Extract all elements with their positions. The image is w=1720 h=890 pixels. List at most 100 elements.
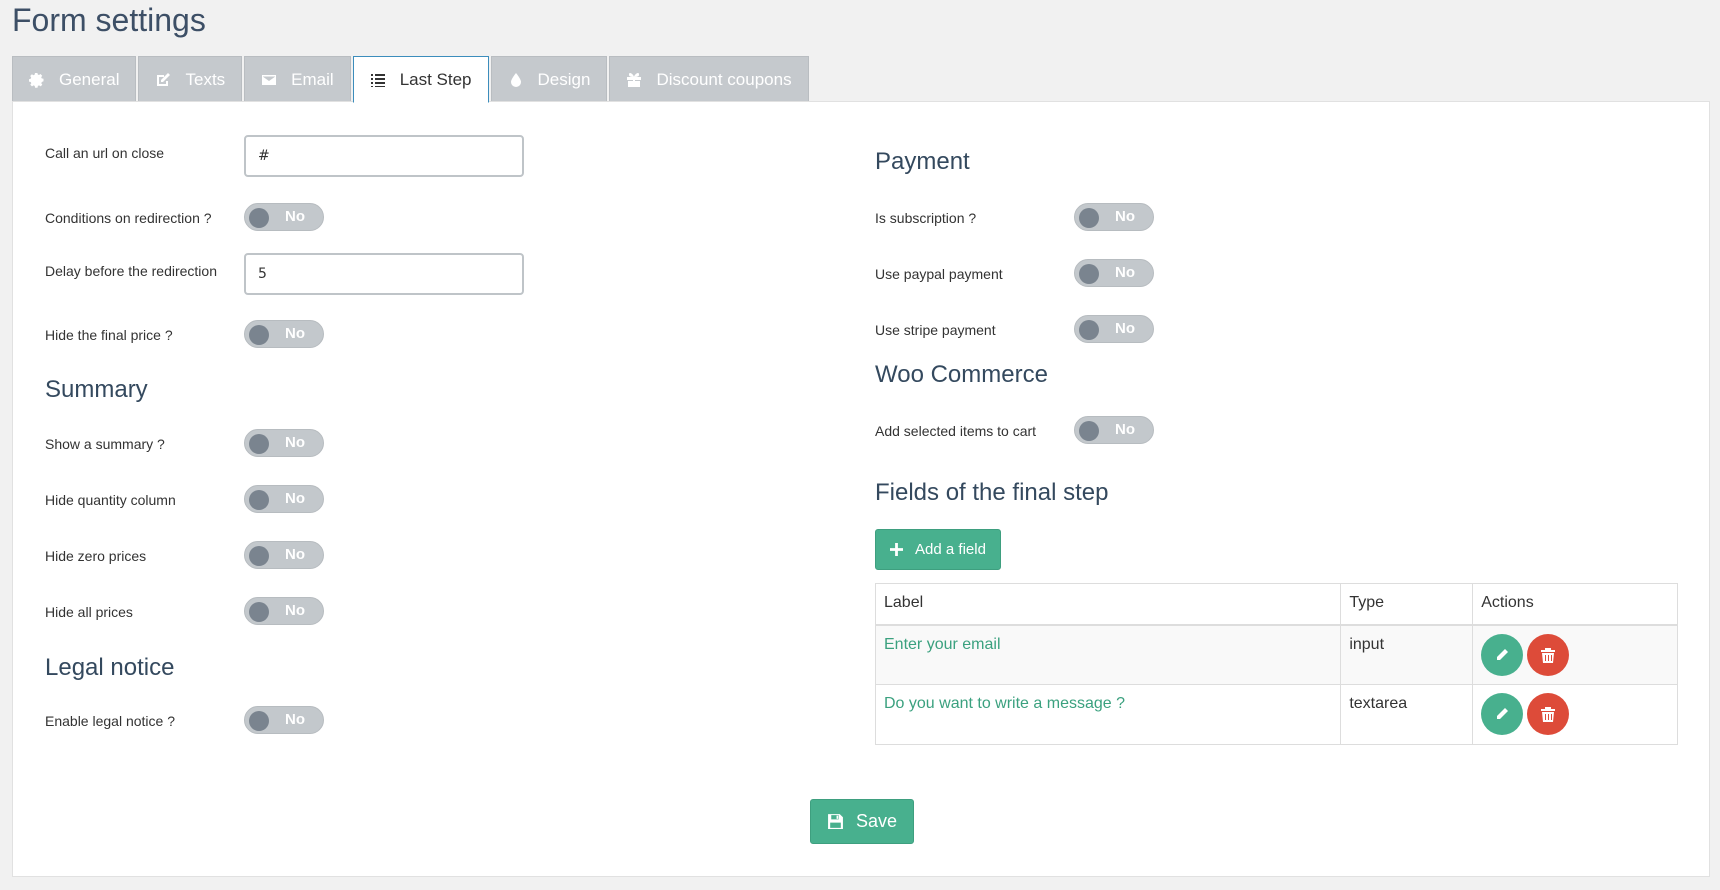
trash-icon	[1541, 647, 1556, 663]
edit-icon	[157, 72, 171, 86]
tab-label: Design	[537, 69, 591, 89]
toggle-text: No	[285, 208, 305, 225]
toggle-text: No	[1115, 208, 1135, 225]
field-actions-cell	[1472, 624, 1678, 685]
table-row: Do you want to write a message ? textare…	[874, 684, 1678, 745]
stripe-payment-toggle[interactable]: No	[1074, 315, 1154, 343]
field-label-link[interactable]: Do you want to write a message ?	[884, 695, 1125, 712]
table-row: Enter your email input	[874, 624, 1678, 685]
trash-icon	[1541, 707, 1556, 722]
plus-icon	[890, 543, 904, 556]
toggle-text: No	[285, 325, 305, 342]
toggle-knob	[1079, 264, 1099, 284]
hide-all-prices-toggle[interactable]: No	[244, 597, 324, 625]
toggle-knob	[1079, 421, 1099, 441]
settings-panel: Call an url on close Conditions on redir…	[12, 101, 1710, 877]
hide-zero-prices-label: Hide zero prices	[45, 548, 147, 564]
delay-redirection-label: Delay before the redirection	[45, 263, 217, 279]
add-to-cart-toggle[interactable]: No	[1074, 416, 1154, 444]
call-url-input[interactable]	[244, 135, 524, 177]
floppy-disk-icon	[828, 814, 843, 829]
toggle-knob	[249, 490, 269, 510]
toggle-text: No	[1115, 421, 1135, 438]
pencil-icon	[1497, 708, 1509, 719]
toggle-knob	[249, 711, 269, 731]
gift-icon	[627, 72, 642, 87]
stripe-payment-label: Use stripe payment	[875, 322, 996, 338]
field-label-link[interactable]: Enter your email	[884, 636, 1001, 653]
tab-discount-coupons[interactable]: Discount coupons	[609, 56, 809, 102]
column-header-type: Type	[1340, 583, 1474, 626]
add-field-button[interactable]: Add a field	[875, 529, 1001, 570]
hide-zero-prices-toggle[interactable]: No	[244, 541, 324, 569]
toggle-text: No	[1115, 264, 1135, 281]
tab-label: Last Step	[399, 69, 472, 89]
tab-design[interactable]: Design	[490, 56, 608, 102]
toggle-text: No	[285, 711, 305, 728]
hide-quantity-toggle[interactable]: No	[244, 485, 324, 513]
tab-general[interactable]: General	[12, 56, 137, 102]
paypal-payment-label: Use paypal payment	[875, 266, 1003, 282]
legal-notice-section-title: Legal notice	[45, 654, 175, 681]
woocommerce-section-title: Woo Commerce	[875, 361, 1048, 388]
delete-field-button[interactable]	[1527, 693, 1570, 735]
toggle-text: No	[285, 490, 305, 507]
field-actions-cell	[1472, 684, 1678, 745]
show-summary-toggle[interactable]: No	[244, 429, 324, 457]
hide-quantity-label: Hide quantity column	[45, 492, 176, 508]
edit-field-button[interactable]	[1481, 633, 1524, 676]
tab-texts[interactable]: Texts	[138, 56, 243, 102]
toggle-knob	[249, 208, 269, 228]
delay-redirection-input[interactable]	[244, 253, 524, 295]
toggle-knob	[1079, 208, 1099, 228]
show-summary-label: Show a summary ?	[45, 436, 165, 452]
save-label: Save	[855, 811, 898, 831]
column-header-actions: Actions	[1472, 583, 1678, 626]
drop-icon	[510, 72, 521, 87]
list-icon	[370, 73, 385, 87]
hide-all-prices-label: Hide all prices	[45, 604, 133, 620]
tab-label: General	[59, 69, 120, 89]
toggle-text: No	[285, 546, 305, 563]
hide-final-price-toggle[interactable]: No	[244, 320, 324, 348]
tab-label: Discount coupons	[656, 69, 792, 89]
call-url-label: Call an url on close	[45, 145, 165, 161]
summary-section-title: Summary	[45, 376, 148, 403]
tabs-bar: General Texts Email Last Step Design Dis…	[12, 56, 809, 103]
toggle-text: No	[285, 602, 305, 619]
field-type-cell: textarea	[1340, 684, 1474, 745]
pencil-icon	[1497, 648, 1509, 660]
final-step-fields-table: Label Type Actions Enter your email inpu…	[874, 583, 1678, 745]
tab-last-step[interactable]: Last Step	[352, 56, 489, 103]
field-type-cell: input	[1340, 624, 1474, 685]
toggle-knob	[1079, 320, 1099, 340]
toggle-knob	[249, 325, 269, 345]
toggle-text: No	[1115, 320, 1135, 337]
conditions-redirection-toggle[interactable]: No	[244, 203, 324, 231]
paypal-payment-toggle[interactable]: No	[1074, 259, 1154, 287]
gear-icon	[29, 72, 44, 88]
is-subscription-label: Is subscription ?	[875, 210, 977, 226]
tab-label: Texts	[185, 69, 226, 89]
add-field-label: Add a field	[915, 541, 986, 558]
save-button[interactable]: Save	[810, 799, 914, 844]
envelope-icon	[262, 74, 277, 85]
is-subscription-toggle[interactable]: No	[1074, 203, 1154, 231]
hide-final-price-label: Hide the final price ?	[45, 327, 173, 343]
enable-legal-notice-label: Enable legal notice ?	[45, 713, 175, 729]
toggle-text: No	[285, 434, 305, 451]
enable-legal-notice-toggle[interactable]: No	[244, 706, 324, 734]
edit-field-button[interactable]	[1481, 693, 1524, 735]
page-title: Form settings	[12, 2, 206, 38]
tab-label: Email	[291, 69, 334, 89]
toggle-knob	[249, 546, 269, 566]
final-step-fields-title: Fields of the final step	[875, 479, 1109, 506]
delete-field-button[interactable]	[1527, 633, 1570, 676]
conditions-redirection-label: Conditions on redirection ?	[45, 210, 212, 226]
payment-section-title: Payment	[875, 148, 970, 175]
tab-email[interactable]: Email	[244, 56, 351, 102]
table-header-row: Label Type Actions	[874, 583, 1678, 626]
column-header-label: Label	[874, 583, 1342, 626]
toggle-knob	[249, 434, 269, 454]
toggle-knob	[249, 602, 269, 622]
